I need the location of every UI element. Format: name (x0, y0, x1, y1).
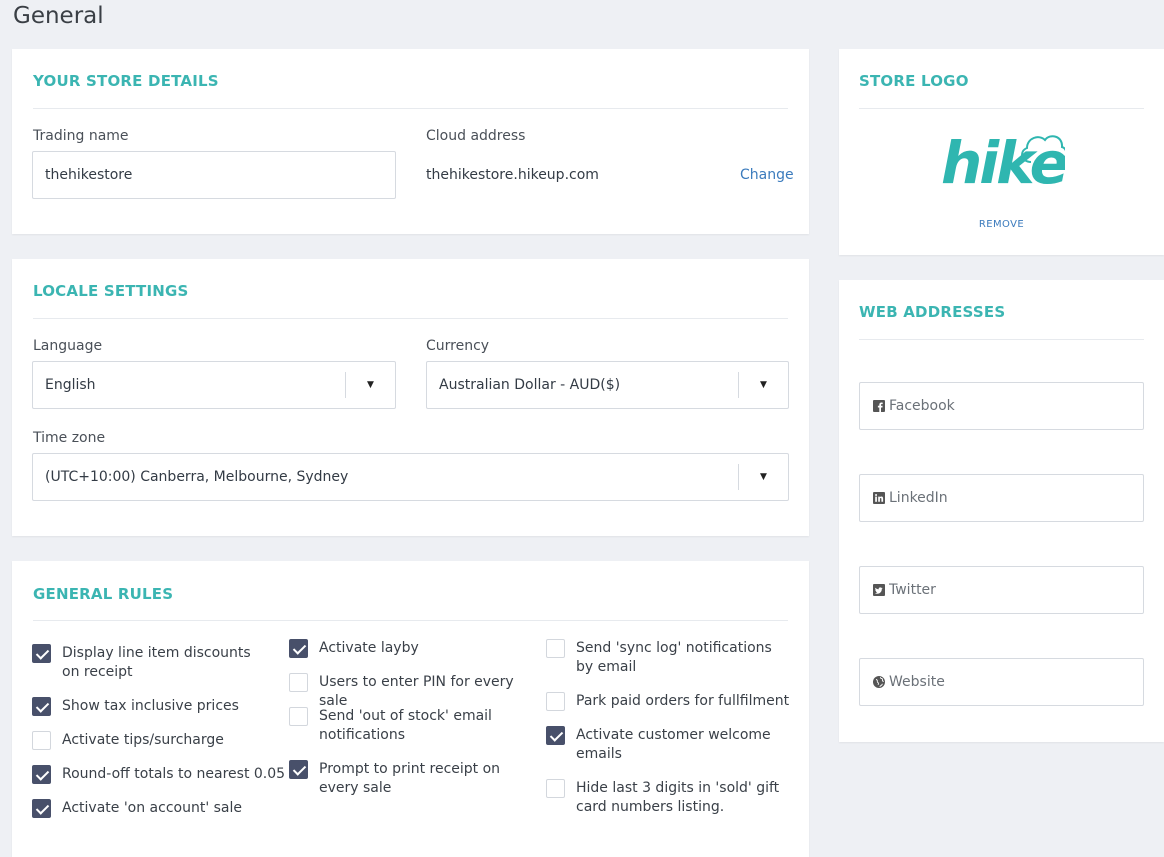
rule-activate-layby[interactable]: Activate layby (289, 639, 534, 658)
divider (33, 108, 788, 109)
web-addresses-title: WEB ADDRESSES (859, 303, 1006, 321)
globe-icon (872, 676, 885, 689)
currency-value: Australian Dollar - AUD($) (439, 377, 621, 393)
checkbox[interactable] (289, 639, 308, 658)
store-details-card: YOUR STORE DETAILS Trading name thehikes… (12, 49, 809, 234)
remove-logo-link[interactable]: REMOVE (839, 219, 1164, 230)
rule-customer-welcome-emails[interactable]: Activate customer welcome emails (546, 726, 771, 764)
language-label: Language (33, 338, 103, 354)
rule-sync-log-notifications[interactable]: Send 'sync log' notifications by email (546, 639, 791, 677)
twitter-icon (872, 584, 885, 597)
checkbox[interactable] (546, 692, 565, 711)
checkbox[interactable] (32, 644, 51, 663)
rule-label: Round-off totals to nearest 0.05 (62, 766, 286, 782)
rule-label: Park paid orders for fullfilment (576, 693, 790, 709)
timezone-value: (UTC+10:00) Canberra, Melbourne, Sydney (45, 469, 349, 485)
rule-park-paid-orders[interactable]: Park paid orders for fullfilment (546, 692, 796, 711)
checkbox[interactable] (546, 726, 565, 745)
checkbox[interactable] (32, 731, 51, 750)
hike-logo: hike (941, 129, 1071, 197)
linkedin-field[interactable] (859, 474, 1144, 522)
divider (859, 108, 1144, 109)
rule-prompt-print-receipt[interactable]: Prompt to print receipt on every sale (289, 760, 539, 798)
facebook-input[interactable] (889, 398, 1143, 414)
rule-label: Activate customer welcome emails (576, 727, 771, 762)
chevron-down-icon: ▼ (367, 380, 374, 390)
rule-line-item-discounts[interactable]: Display line item discounts on receipt (32, 644, 272, 682)
rule-enter-pin[interactable]: Users to enter PIN for every sale (289, 673, 539, 711)
store-logo-title: STORE LOGO (859, 72, 969, 90)
checkbox[interactable] (546, 779, 565, 798)
checkbox[interactable] (32, 697, 51, 716)
linkedin-icon (872, 492, 885, 505)
rule-label: Activate 'on account' sale (62, 800, 243, 816)
currency-select[interactable]: Australian Dollar - AUD($) ▼ (426, 361, 789, 409)
page-title: General (13, 3, 104, 29)
website-input[interactable] (889, 674, 1143, 690)
twitter-field[interactable] (859, 566, 1144, 614)
web-addresses-card: WEB ADDRESSES (839, 280, 1164, 742)
linkedin-input[interactable] (889, 490, 1143, 506)
divider (33, 620, 788, 621)
currency-label: Currency (426, 338, 490, 354)
website-field[interactable] (859, 658, 1144, 706)
checkbox[interactable] (289, 760, 308, 779)
rule-tax-inclusive-prices[interactable]: Show tax inclusive prices (32, 697, 282, 716)
language-value: English (45, 377, 96, 393)
checkbox[interactable] (32, 799, 51, 818)
store-details-title: YOUR STORE DETAILS (33, 72, 219, 90)
rule-out-of-stock-email[interactable]: Send 'out of stock' email notifications (289, 707, 514, 745)
rule-label: Users to enter PIN for every sale (319, 674, 514, 709)
locale-settings-card: LOCALE SETTINGS Language English ▼ Curre… (12, 259, 809, 536)
rule-label: Send 'out of stock' email notifications (319, 708, 492, 743)
logo-text: hike (941, 129, 1065, 191)
rule-label: Send 'sync log' notifications by email (576, 640, 772, 675)
trading-name-input[interactable]: thehikestore (32, 151, 396, 199)
timezone-select[interactable]: (UTC+10:00) Canberra, Melbourne, Sydney … (32, 453, 789, 501)
rule-label: Display line item discounts on receipt (62, 645, 251, 680)
twitter-input[interactable] (889, 582, 1143, 598)
trading-name-value: thehikestore (45, 167, 133, 183)
rule-label: Show tax inclusive prices (62, 698, 239, 714)
timezone-label: Time zone (33, 430, 106, 446)
rule-label: Activate layby (319, 640, 419, 656)
rule-label: Prompt to print receipt on every sale (319, 761, 501, 796)
rule-tips-surcharge[interactable]: Activate tips/surcharge (32, 731, 282, 750)
checkbox[interactable] (32, 765, 51, 784)
cloud-address-label: Cloud address (426, 128, 526, 144)
store-logo-card: STORE LOGO hike REMOVE (839, 49, 1164, 255)
chevron-down-icon: ▼ (760, 472, 767, 482)
divider (33, 318, 788, 319)
chevron-down-icon: ▼ (760, 380, 767, 390)
cloud-address-value: thehikestore.hikeup.com (426, 167, 599, 183)
language-select[interactable]: English ▼ (32, 361, 396, 409)
general-rules-title: GENERAL RULES (33, 585, 174, 603)
facebook-icon (872, 400, 885, 413)
locale-settings-title: LOCALE SETTINGS (33, 282, 189, 300)
checkbox[interactable] (289, 673, 308, 692)
store-logo-image: hike (939, 127, 1071, 197)
trading-name-label: Trading name (33, 128, 129, 144)
rule-label: Hide last 3 digits in 'sold' gift card n… (576, 780, 780, 815)
rule-hide-gift-card-digits[interactable]: Hide last 3 digits in 'sold' gift card n… (546, 779, 791, 817)
rule-on-account-sale[interactable]: Activate 'on account' sale (32, 799, 282, 818)
rule-label: Activate tips/surcharge (62, 732, 224, 748)
change-cloud-address-link[interactable]: Change (740, 167, 794, 183)
checkbox[interactable] (289, 707, 308, 726)
rule-round-off-totals[interactable]: Round-off totals to nearest 0.05 (32, 765, 292, 784)
divider (859, 339, 1144, 340)
checkbox[interactable] (546, 639, 565, 658)
facebook-field[interactable] (859, 382, 1144, 430)
general-rules-card: GENERAL RULES Display line item discount… (12, 561, 809, 857)
